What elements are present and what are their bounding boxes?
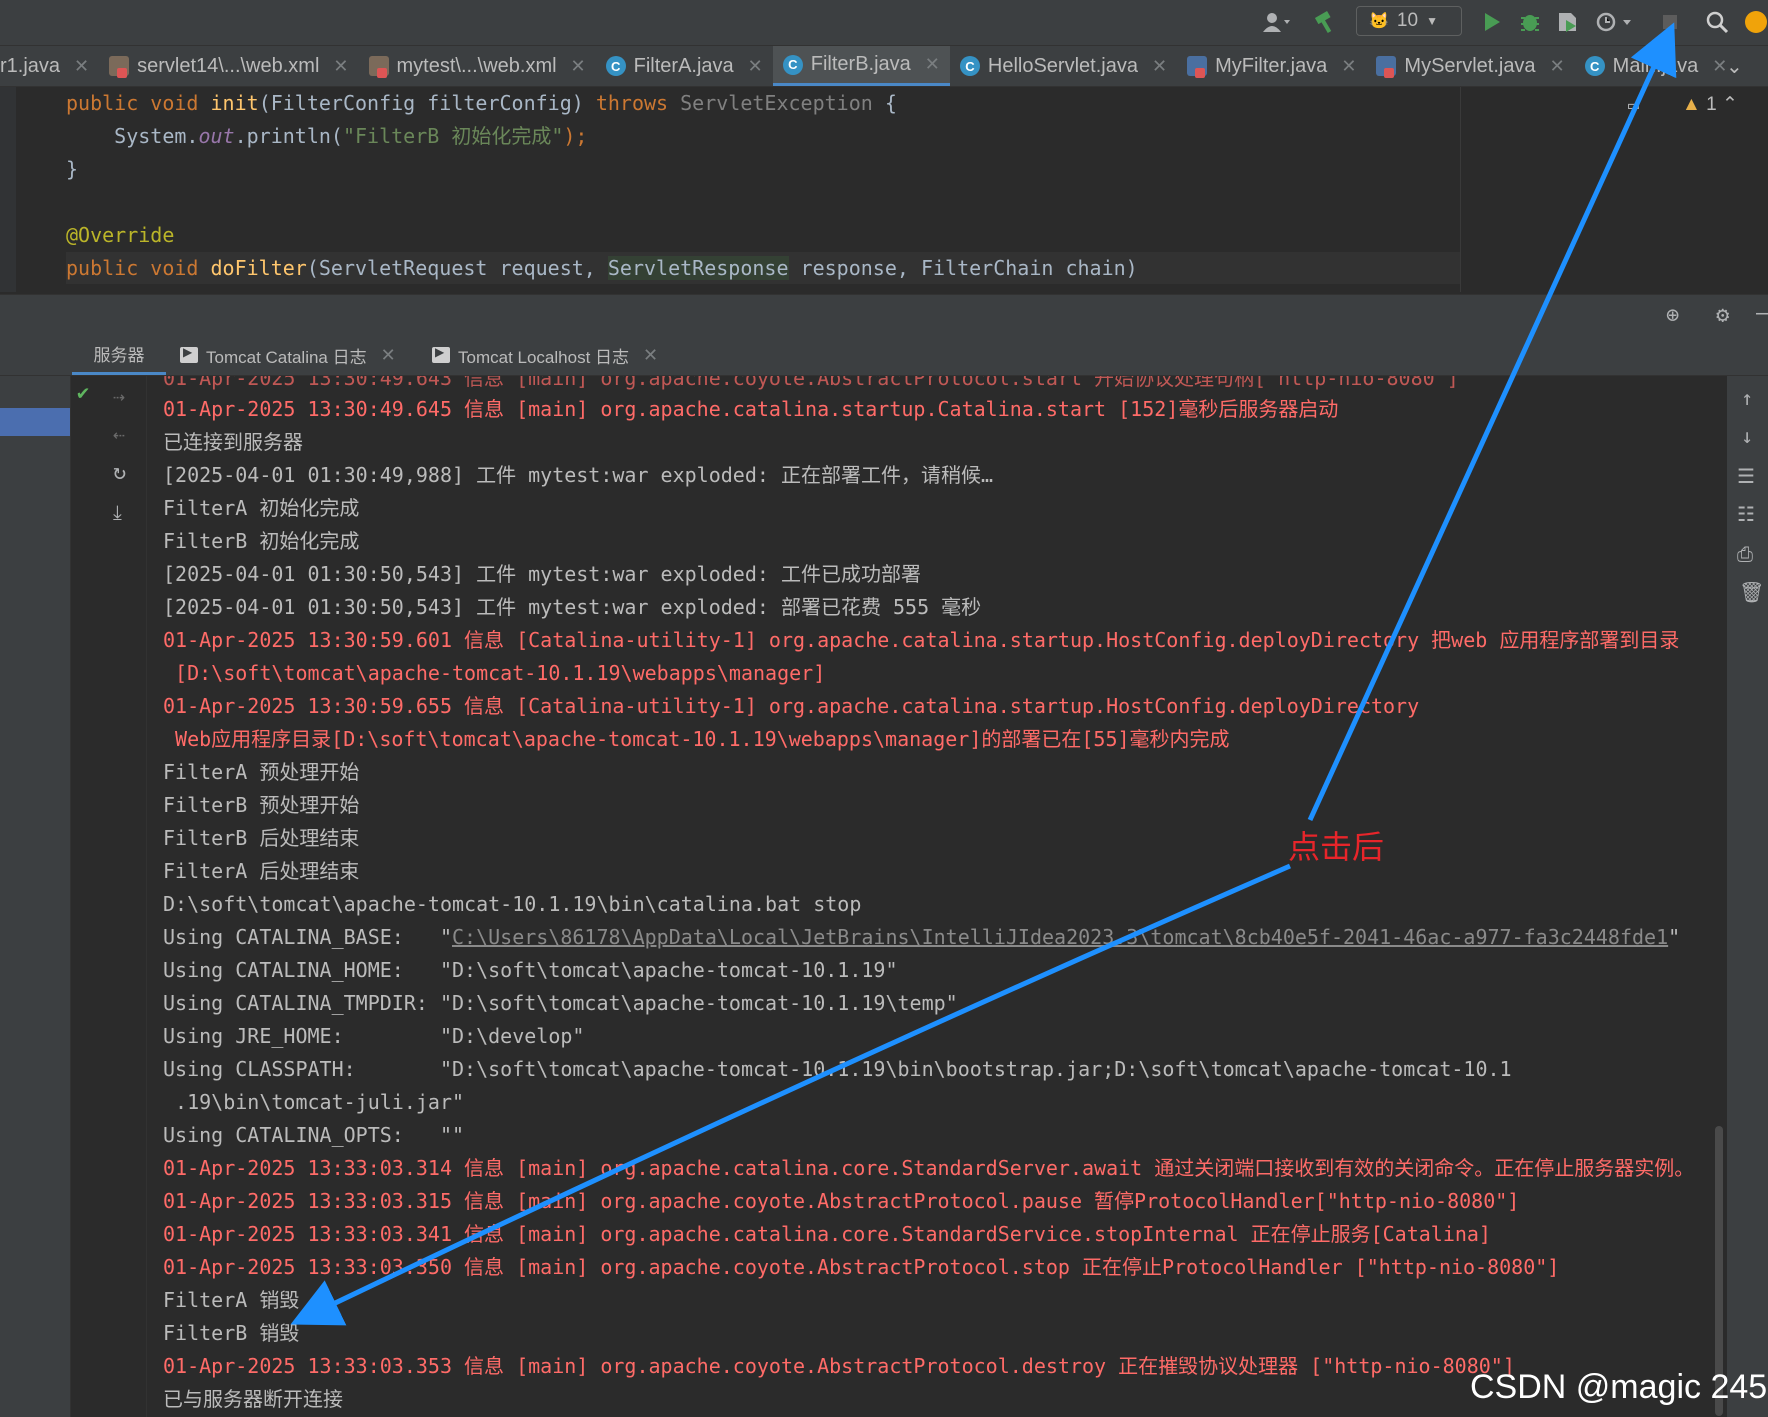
watermark: CSDN @magic 245 (1470, 1368, 1768, 1406)
arrow-to-stop-button (1307, 22, 1677, 822)
annotation-arrows (290, 22, 1677, 1326)
arrow-to-filterb-destroyed (290, 863, 1292, 1326)
annotation-label: 点击后 (1288, 828, 1385, 866)
